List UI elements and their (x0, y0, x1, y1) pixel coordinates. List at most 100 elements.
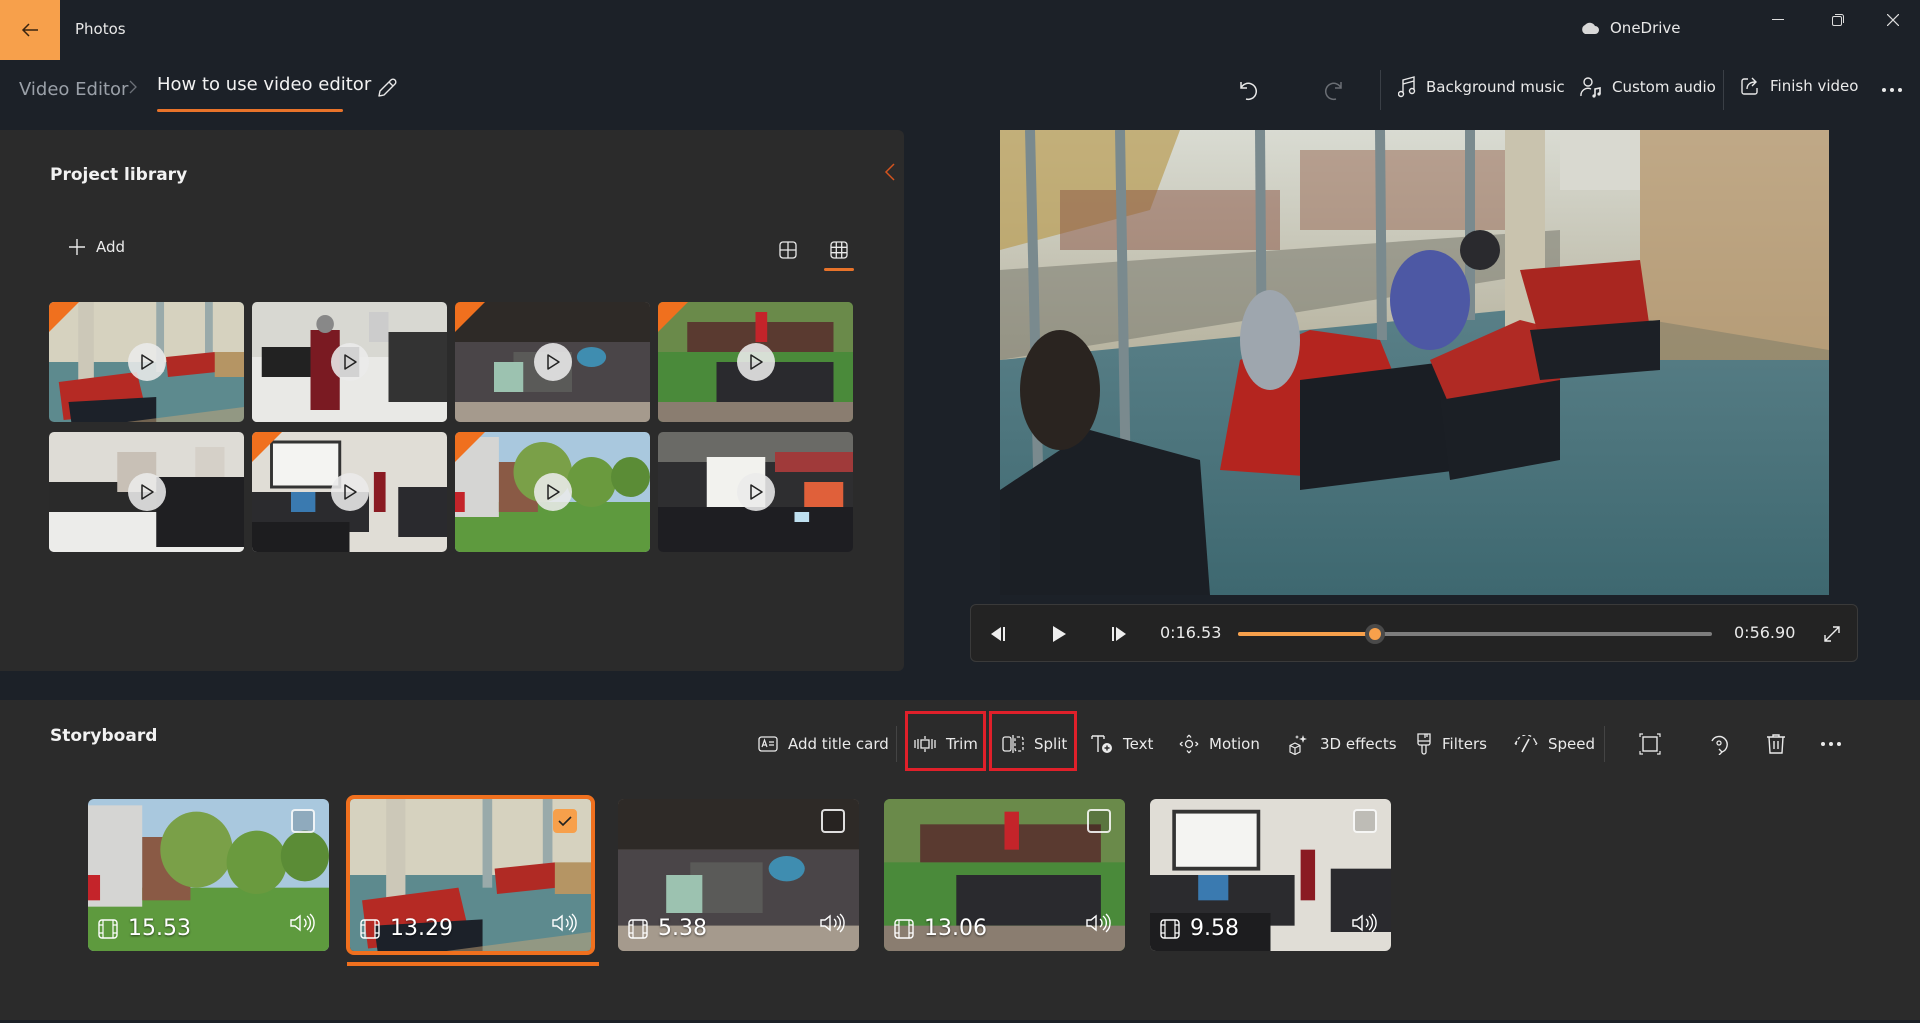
previous-frame-button[interactable] (985, 621, 1011, 647)
background-music-button[interactable]: Background music (1398, 76, 1565, 98)
step-forward-icon (1112, 627, 1126, 641)
more-horizontal-icon (1882, 88, 1902, 92)
cube-sparkle-icon (1289, 735, 1307, 755)
motion-button[interactable]: Motion (1179, 730, 1260, 758)
storyboard-clip[interactable]: 5.38 (618, 799, 859, 951)
3d-effects-label: 3D effects (1320, 735, 1397, 753)
add-title-card-button[interactable]: Add title card (758, 730, 889, 758)
play-icon (330, 343, 369, 381)
player-controls: 0:16.53 0:56.90 (970, 604, 1858, 662)
arrow-left-icon (21, 23, 38, 37)
clip-volume-button[interactable] (819, 913, 845, 937)
play-icon (127, 473, 166, 511)
large-grid-view-button[interactable] (774, 236, 802, 264)
breadcrumb-video-editor[interactable]: Video Editor (19, 79, 128, 100)
3d-effects-button[interactable]: 3D effects (1288, 730, 1397, 758)
in-storyboard-marker (455, 302, 485, 332)
play-icon (1053, 626, 1066, 642)
library-item[interactable] (455, 302, 650, 422)
library-item[interactable] (252, 432, 447, 552)
seek-bar[interactable] (1238, 624, 1712, 644)
trim-button[interactable]: Trim (914, 730, 978, 758)
back-button[interactable] (0, 0, 60, 60)
split-button[interactable]: Split (1002, 730, 1067, 758)
clip-checkbox[interactable] (291, 809, 315, 833)
film-icon (1160, 918, 1180, 939)
undo-button[interactable] (1230, 74, 1266, 106)
grid-3x3-icon (830, 241, 848, 259)
video-preview[interactable] (1000, 130, 1829, 595)
in-storyboard-marker (658, 302, 688, 332)
next-frame-button[interactable] (1106, 621, 1132, 647)
project-library-panel: Project library Add (0, 130, 904, 671)
seek-progress (1238, 632, 1376, 636)
clip-volume-button[interactable] (289, 913, 315, 937)
library-item[interactable] (49, 432, 244, 552)
film-icon (98, 918, 118, 939)
clip-checkbox[interactable] (1353, 809, 1377, 833)
film-icon (894, 918, 914, 939)
small-grid-view-button[interactable] (825, 236, 853, 264)
library-item[interactable] (252, 302, 447, 422)
add-media-button[interactable]: Add (68, 238, 125, 256)
pencil-icon (378, 78, 397, 97)
play-icon (533, 343, 572, 381)
volume-icon (1352, 913, 1377, 933)
finish-video-button[interactable]: Finish video (1740, 76, 1858, 96)
motion-label: Motion (1209, 735, 1260, 753)
text-add-icon (1091, 735, 1112, 753)
filters-button[interactable]: Filters (1416, 730, 1487, 758)
filters-label: Filters (1442, 735, 1487, 753)
clip-checkbox[interactable] (553, 809, 577, 833)
total-time: 0:56.90 (1734, 623, 1796, 642)
toolbar-divider (1604, 726, 1605, 762)
library-item[interactable] (658, 302, 853, 422)
motion-icon (1179, 734, 1199, 754)
minimize-button[interactable] (1748, 0, 1808, 40)
volume-icon (1086, 913, 1111, 933)
rename-project-button[interactable] (375, 76, 403, 104)
storyboard-clip[interactable]: 13.06 (884, 799, 1125, 951)
plus-icon (69, 239, 85, 255)
app-title: Photos (75, 20, 126, 38)
storyboard-clip[interactable]: 13.29 (346, 795, 595, 955)
seek-handle[interactable] (1365, 624, 1386, 644)
storyboard-panel: Storyboard Add title card Trim Split Tex… (0, 700, 1920, 1020)
library-item[interactable] (658, 432, 853, 552)
clip-volume-button[interactable] (551, 913, 577, 937)
step-back-icon (991, 627, 1005, 641)
onedrive-button[interactable]: OneDrive (1580, 19, 1681, 37)
storyboard-clip[interactable]: 9.58 (1150, 799, 1391, 951)
play-button[interactable] (1046, 621, 1072, 647)
selected-clip-indicator (347, 962, 599, 966)
crop-frame-icon (1639, 733, 1661, 755)
speed-label: Speed (1548, 735, 1596, 753)
background-music-label: Background music (1426, 78, 1565, 96)
breadcrumb-separator (128, 79, 138, 100)
text-button[interactable]: Text (1091, 730, 1153, 758)
header-divider (1380, 70, 1381, 110)
clip-checkbox[interactable] (1087, 809, 1111, 833)
resize-button[interactable] (1634, 728, 1666, 760)
redo-button[interactable] (1316, 74, 1352, 106)
rotate-button[interactable] (1704, 728, 1736, 760)
play-icon (330, 473, 369, 511)
fullscreen-button[interactable] (1819, 621, 1845, 647)
custom-audio-label: Custom audio (1612, 78, 1716, 96)
clip-checkbox[interactable] (821, 809, 845, 833)
library-item[interactable] (49, 302, 244, 422)
custom-audio-button[interactable]: Custom audio (1580, 76, 1716, 98)
clip-volume-button[interactable] (1351, 913, 1377, 937)
storyboard-clip[interactable]: 15.53 (88, 799, 329, 951)
storyboard-more-button[interactable] (1815, 728, 1847, 760)
collapse-library-button[interactable] (884, 162, 900, 186)
close-button[interactable] (1863, 0, 1920, 40)
cloud-icon (1582, 22, 1599, 34)
clip-volume-button[interactable] (1085, 913, 1111, 937)
clip-duration: 13.06 (924, 916, 987, 941)
more-options-button[interactable] (1874, 74, 1910, 106)
restore-button[interactable] (1808, 0, 1868, 40)
speed-button[interactable]: Speed (1514, 730, 1595, 758)
library-item[interactable] (455, 432, 650, 552)
delete-button[interactable] (1760, 728, 1792, 760)
